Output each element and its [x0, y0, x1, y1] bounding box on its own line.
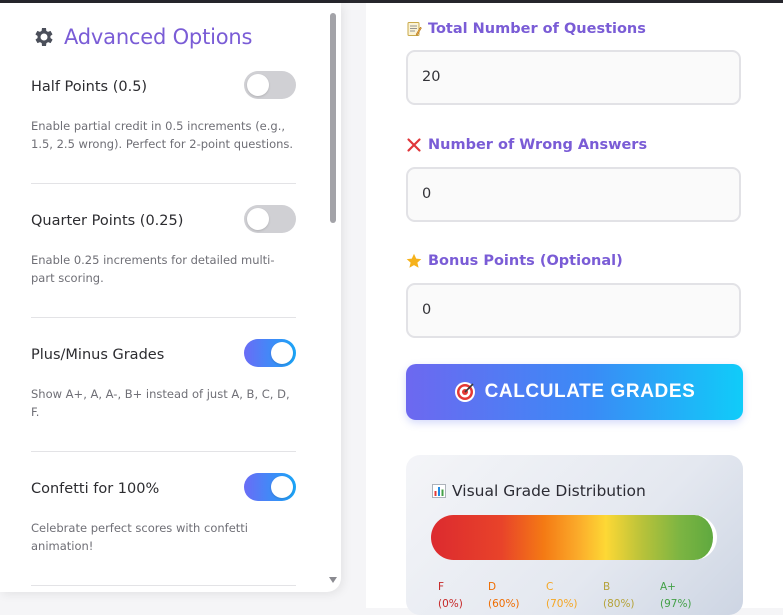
grade-distribution-card: Visual Grade Distribution F (0%) D (60%)… [406, 455, 743, 615]
grade-letter: B [603, 581, 611, 593]
calculate-button-label: CALCULATE GRADES [484, 381, 696, 402]
toggle-knob [271, 476, 293, 498]
divider [31, 451, 296, 452]
grade-letter: D [488, 581, 497, 593]
grade-distribution-header: Visual Grade Distribution [432, 480, 646, 502]
cross-mark-icon [407, 138, 421, 152]
memo-icon [407, 22, 422, 36]
option-quarter-points: Quarter Points (0.25) Enable 0.25 increm… [31, 205, 296, 291]
quarter-points-toggle[interactable] [244, 205, 296, 233]
option-plus-minus-grades: Plus/Minus Grades Show A+, A, A-, B+ ins… [31, 339, 296, 425]
toggle-knob [247, 208, 269, 230]
option-label: Confetti for 100% [31, 481, 160, 497]
grade-letter: F [438, 581, 445, 593]
grade-letter: A+ [660, 581, 676, 593]
plus-minus-toggle[interactable] [244, 339, 296, 367]
option-confetti: Confetti for 100% Celebrate perfect scor… [31, 473, 296, 559]
advanced-options-header: Advanced Options [31, 22, 252, 52]
bonus-points-input[interactable]: 0 [406, 283, 741, 338]
panel-scrollbar[interactable] [329, 9, 337, 589]
wrong-answers-input[interactable]: 0 [406, 167, 741, 222]
option-description: Enable 0.25 increments for detailed mult… [31, 253, 275, 285]
calculator-form: Total Number of Questions 20 Number of W… [366, 3, 783, 615]
total-questions-input[interactable]: 20 [406, 50, 741, 105]
option-description: Show A+, A, A-, B+ instead of just A, B,… [31, 387, 290, 419]
gear-icon [35, 28, 53, 46]
grade-threshold: (80%) [603, 598, 635, 610]
option-description: Celebrate perfect scores with confetti a… [31, 521, 248, 553]
divider [31, 183, 296, 184]
calculate-grades-button[interactable]: CALCULATE GRADES [406, 364, 743, 420]
field-label-text: Bonus Points (Optional) [428, 253, 623, 269]
grade-threshold: (70%) [546, 598, 578, 610]
bar-chart-icon [432, 484, 446, 498]
bonus-points-label: Bonus Points (Optional) [406, 250, 623, 272]
divider [31, 585, 296, 586]
toggle-knob [271, 342, 293, 364]
option-label: Quarter Points (0.25) [31, 213, 184, 229]
option-half-points: Half Points (0.5) Enable partial credit … [31, 71, 296, 157]
grade-threshold: (0%) [438, 598, 463, 610]
advanced-options-title: Advanced Options [64, 25, 253, 49]
option-label: Plus/Minus Grades [31, 347, 165, 363]
confetti-toggle[interactable] [244, 473, 296, 501]
wrong-answers-label: Number of Wrong Answers [406, 134, 647, 156]
grade-letter: C [546, 581, 554, 593]
divider [31, 317, 296, 318]
grade-threshold: (60%) [488, 598, 520, 610]
field-label-text: Total Number of Questions [428, 21, 646, 37]
field-label-text: Number of Wrong Answers [428, 137, 648, 153]
toggle-knob [247, 74, 269, 96]
half-points-toggle[interactable] [244, 71, 296, 99]
advanced-options-panel: Advanced Options Half Points (0.5) Enabl… [0, 3, 341, 592]
option-label: Half Points (0.5) [31, 79, 148, 95]
grade-threshold: (97%) [660, 598, 692, 610]
grade-gradient-bar [431, 515, 717, 560]
target-icon [454, 382, 475, 402]
option-description: Enable partial credit in 0.5 increments … [31, 119, 294, 151]
grade-distribution-title: Visual Grade Distribution [452, 482, 646, 500]
total-questions-label: Total Number of Questions [406, 18, 646, 40]
scroll-thumb[interactable] [330, 13, 336, 223]
star-icon [406, 253, 422, 268]
scroll-down-arrow-icon[interactable] [329, 577, 337, 583]
